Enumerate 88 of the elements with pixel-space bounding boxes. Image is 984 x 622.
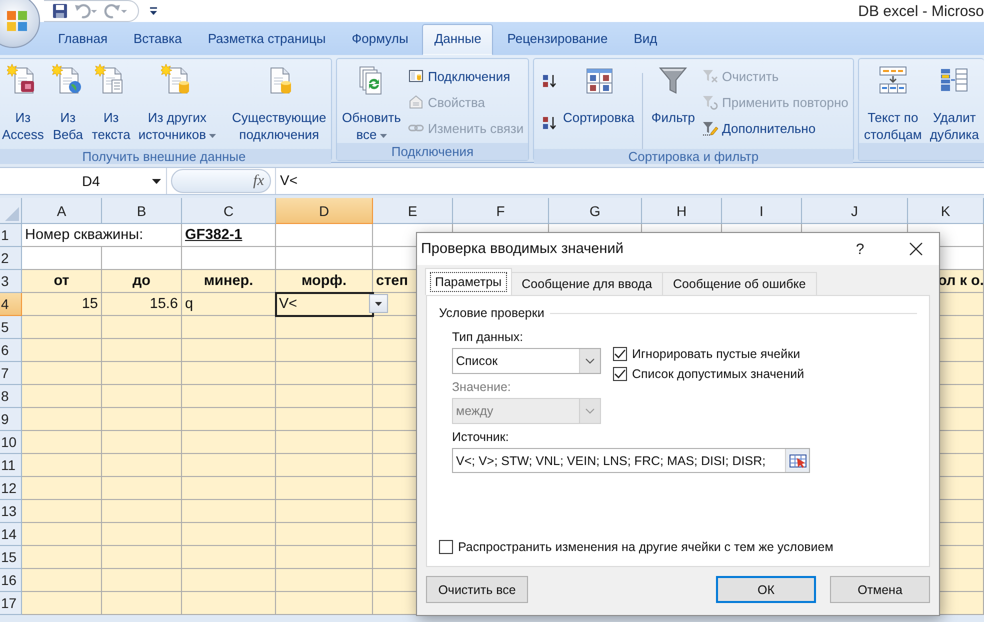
ribbon-button[interactable]: Подключения bbox=[406, 65, 526, 87]
row-header[interactable]: 15 bbox=[0, 546, 22, 569]
row-header[interactable]: 10 bbox=[0, 431, 22, 454]
ribbon-tab[interactable]: Главная bbox=[46, 24, 120, 55]
window-title: DB excel - Microso bbox=[858, 2, 984, 20]
table-cell: V< bbox=[276, 293, 373, 316]
ribbon-tab[interactable]: Вид bbox=[622, 24, 670, 55]
columns-icon bbox=[876, 64, 909, 96]
dialog-tab[interactable]: Сообщение об ошибке bbox=[662, 272, 817, 295]
checkbox-label: Игнорировать пустые ячейки bbox=[632, 347, 800, 361]
triangle-icon bbox=[5, 207, 19, 221]
ribbon-button[interactable]: Фильтр bbox=[648, 61, 698, 126]
row-header[interactable]: 4 bbox=[0, 293, 22, 316]
ribbon-tab[interactable]: Разметка страницы bbox=[196, 24, 338, 55]
ribbon-tab[interactable]: Рецензирование bbox=[495, 24, 620, 55]
checkbox-label: Распространить изменения на другие ячейки с тем же условием bbox=[458, 540, 834, 554]
office-logo-icon bbox=[5, 9, 29, 33]
group-label: Сортировка и фильтр bbox=[534, 149, 853, 164]
checkbox[interactable] bbox=[613, 367, 627, 381]
column-header[interactable]: D bbox=[276, 198, 373, 224]
sort-ascending-icon[interactable] bbox=[542, 73, 558, 89]
ribbon-tab[interactable]: Данные bbox=[422, 24, 494, 55]
formula-field[interactable]: V< bbox=[275, 168, 984, 194]
checkbox-label: Список допустимых значений bbox=[632, 367, 804, 381]
save-icon[interactable] bbox=[52, 3, 68, 19]
ribbon-button[interactable]: Из Access bbox=[0, 61, 47, 143]
dialog-button[interactable]: Отмена bbox=[830, 576, 930, 603]
field-label: Значение: bbox=[452, 380, 512, 394]
ribbon-button[interactable]: Существующие подключения bbox=[229, 61, 330, 143]
source-field[interactable]: V<; V>; STW; VNL; VEIN; LNS; FRC; MAS; DISI; DISR; bbox=[452, 448, 810, 473]
document-globe-icon bbox=[52, 64, 84, 96]
properties-icon bbox=[408, 94, 424, 110]
dropdown-button[interactable] bbox=[369, 294, 388, 313]
dialog-title: Проверка вводимых значений bbox=[421, 241, 624, 257]
funnel-icon bbox=[702, 68, 718, 84]
section-title: Условие проверки bbox=[439, 306, 544, 320]
close-icon bbox=[909, 242, 923, 256]
row-header[interactable]: 1 bbox=[0, 224, 22, 247]
row-header[interactable]: 9 bbox=[0, 408, 22, 431]
row-header[interactable]: 11 bbox=[0, 454, 22, 477]
row-header[interactable]: 2 bbox=[0, 247, 22, 270]
chevron-down-icon bbox=[585, 408, 595, 414]
caret-icon bbox=[152, 178, 161, 184]
ribbon-tab[interactable]: Формулы bbox=[340, 24, 420, 55]
caret-icon bbox=[209, 134, 216, 138]
ribbon-button[interactable]: Сортировка bbox=[560, 61, 638, 126]
ribbon-button[interactable]: Удалит дублика bbox=[926, 61, 982, 143]
ribbon-tab[interactable]: Вставка bbox=[121, 24, 194, 55]
group-label: Подключения bbox=[337, 143, 528, 160]
field-label: Источник: bbox=[452, 430, 510, 444]
ribbon-button[interactable]: Текст по столбцам bbox=[860, 61, 925, 143]
row-header[interactable]: 17 bbox=[0, 592, 22, 615]
field-label: Тип данных: bbox=[452, 330, 524, 344]
ribbon-button[interactable]: Из других источников bbox=[135, 61, 220, 143]
dialog-button[interactable]: ОК bbox=[716, 576, 816, 603]
database-icon bbox=[408, 68, 424, 84]
help-button[interactable]: ? bbox=[845, 240, 875, 258]
caret-icon bbox=[380, 134, 387, 138]
row-header[interactable]: 13 bbox=[0, 500, 22, 523]
range-picker-button[interactable] bbox=[785, 449, 809, 472]
row-header[interactable]: 16 bbox=[0, 569, 22, 592]
row-header[interactable]: 7 bbox=[0, 362, 22, 385]
checkbox[interactable] bbox=[439, 540, 453, 554]
name-box[interactable]: D4 bbox=[0, 168, 167, 194]
dialog-tab[interactable]: Параметры bbox=[425, 268, 512, 295]
table-cell: морф. bbox=[276, 270, 373, 293]
chevron-down-icon bbox=[585, 358, 595, 364]
funnel-icon bbox=[702, 94, 718, 110]
range-select-icon bbox=[788, 454, 806, 468]
sort-descending-icon[interactable] bbox=[542, 115, 558, 131]
ribbon-button[interactable]: Обновить все bbox=[339, 61, 404, 143]
group-label: Получить внешние данные bbox=[0, 149, 331, 164]
function-button[interactable]: fx bbox=[171, 169, 271, 193]
row-header[interactable]: 3 bbox=[0, 270, 22, 293]
ribbon-button[interactable]: Из Веба bbox=[48, 61, 87, 143]
row-header[interactable]: 6 bbox=[0, 339, 22, 362]
ribbon-button[interactable]: Дополнительно bbox=[700, 117, 850, 139]
data-type-dropdown[interactable]: Список bbox=[452, 348, 601, 374]
funnel-pencil-icon bbox=[702, 120, 718, 136]
customize-caret-icon[interactable] bbox=[149, 6, 158, 16]
caret-icon bbox=[375, 302, 382, 306]
checkbox[interactable] bbox=[613, 347, 627, 361]
ribbon-button[interactable]: Из текста bbox=[88, 61, 134, 143]
row-header[interactable]: 5 bbox=[0, 316, 22, 339]
row-header[interactable]: 12 bbox=[0, 477, 22, 500]
row-header[interactable]: 14 bbox=[0, 523, 22, 546]
dialog-button[interactable]: Очистить все bbox=[426, 576, 528, 603]
row-header[interactable]: 8 bbox=[0, 385, 22, 408]
